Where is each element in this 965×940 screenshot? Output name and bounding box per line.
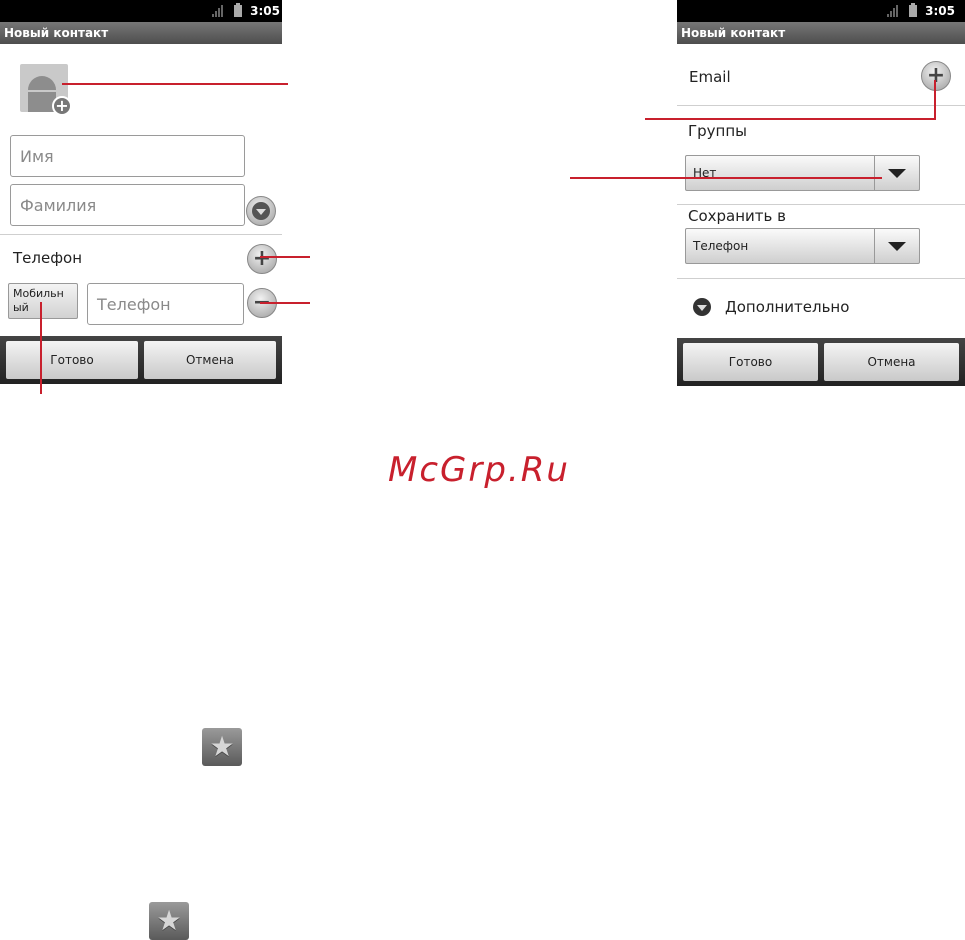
chevron-down-icon: [252, 202, 270, 220]
save-to-dropdown[interactable]: Телефон: [685, 228, 920, 264]
callout-line-add-phone: [260, 256, 310, 258]
groups-dropdown[interactable]: Нет: [685, 155, 920, 191]
cancel-button[interactable]: Отмена: [144, 341, 276, 379]
callout-line-email-h: [645, 118, 935, 120]
page-title: Новый контакт: [0, 22, 282, 44]
bottom-action-bar: Готово Отмена: [677, 338, 965, 386]
last-name-input[interactable]: Фамилия: [10, 184, 245, 226]
first-name-placeholder: Имя: [20, 146, 54, 166]
done-button[interactable]: Готово: [683, 343, 818, 381]
battery-icon: [234, 3, 243, 17]
right-phone-screen: 3:05 Новый контакт Email + Группы Нет Со…: [677, 0, 965, 388]
battery-icon: [909, 3, 918, 17]
divider: [677, 105, 965, 106]
cancel-button[interactable]: Отмена: [824, 343, 959, 381]
email-label: Email: [689, 68, 731, 86]
done-button[interactable]: Готово: [6, 341, 138, 379]
plus-icon: +: [252, 246, 272, 271]
callout-line-groups: [570, 177, 882, 179]
add-photo-icon: +: [52, 96, 72, 116]
left-phone-screen: 3:05 Новый контакт + Имя Фамилия Телефон…: [0, 0, 282, 388]
dropdown-arrow-icon: [874, 156, 919, 190]
callout-line-email-v: [934, 80, 936, 120]
groups-value: Нет: [693, 166, 717, 180]
more-options-toggle[interactable]: Дополнительно: [693, 298, 849, 316]
plus-icon: +: [926, 63, 946, 88]
watermark: McGrp.Ru: [388, 450, 570, 490]
groups-label: Группы: [688, 122, 748, 140]
status-bar: 3:05: [677, 0, 965, 22]
contact-photo-button[interactable]: +: [20, 64, 72, 116]
expand-name-button[interactable]: [246, 196, 276, 226]
add-email-button[interactable]: +: [921, 61, 951, 91]
divider: [0, 234, 282, 235]
phone-number-input[interactable]: Телефон: [87, 283, 244, 325]
signal-icon: [212, 5, 226, 17]
star-icon: ★: [149, 902, 189, 940]
phone-type-label-line2: ый: [13, 301, 29, 314]
callout-line-photo: [62, 83, 288, 85]
more-options-label: Дополнительно: [725, 298, 850, 316]
divider: [677, 278, 965, 279]
dropdown-arrow-icon: [874, 229, 919, 263]
bottom-action-bar: Готово Отмена: [0, 336, 282, 384]
save-to-value: Телефон: [693, 239, 749, 253]
status-time: 3:05: [925, 4, 955, 18]
phone-type-label-line1: Мобильн: [13, 287, 64, 300]
phone-type-selector[interactable]: Мобильн ый: [8, 283, 78, 319]
callout-line-phone-type: [40, 302, 42, 394]
star-icon: ★: [202, 728, 242, 766]
first-name-input[interactable]: Имя: [10, 135, 245, 177]
last-name-placeholder: Фамилия: [20, 195, 97, 215]
phone-placeholder: Телефон: [97, 294, 171, 314]
callout-line-remove-phone: [260, 302, 310, 304]
status-bar: 3:05: [0, 0, 282, 22]
android-head-icon: [28, 76, 56, 90]
divider: [677, 204, 965, 205]
add-phone-button[interactable]: +: [247, 244, 277, 274]
signal-icon: [887, 5, 901, 17]
chevron-down-icon: [693, 298, 711, 316]
save-to-label: Сохранить в: [688, 207, 786, 225]
page-title: Новый контакт: [677, 22, 965, 44]
phone-section-label: Телефон: [13, 249, 83, 267]
status-time: 3:05: [250, 4, 280, 18]
